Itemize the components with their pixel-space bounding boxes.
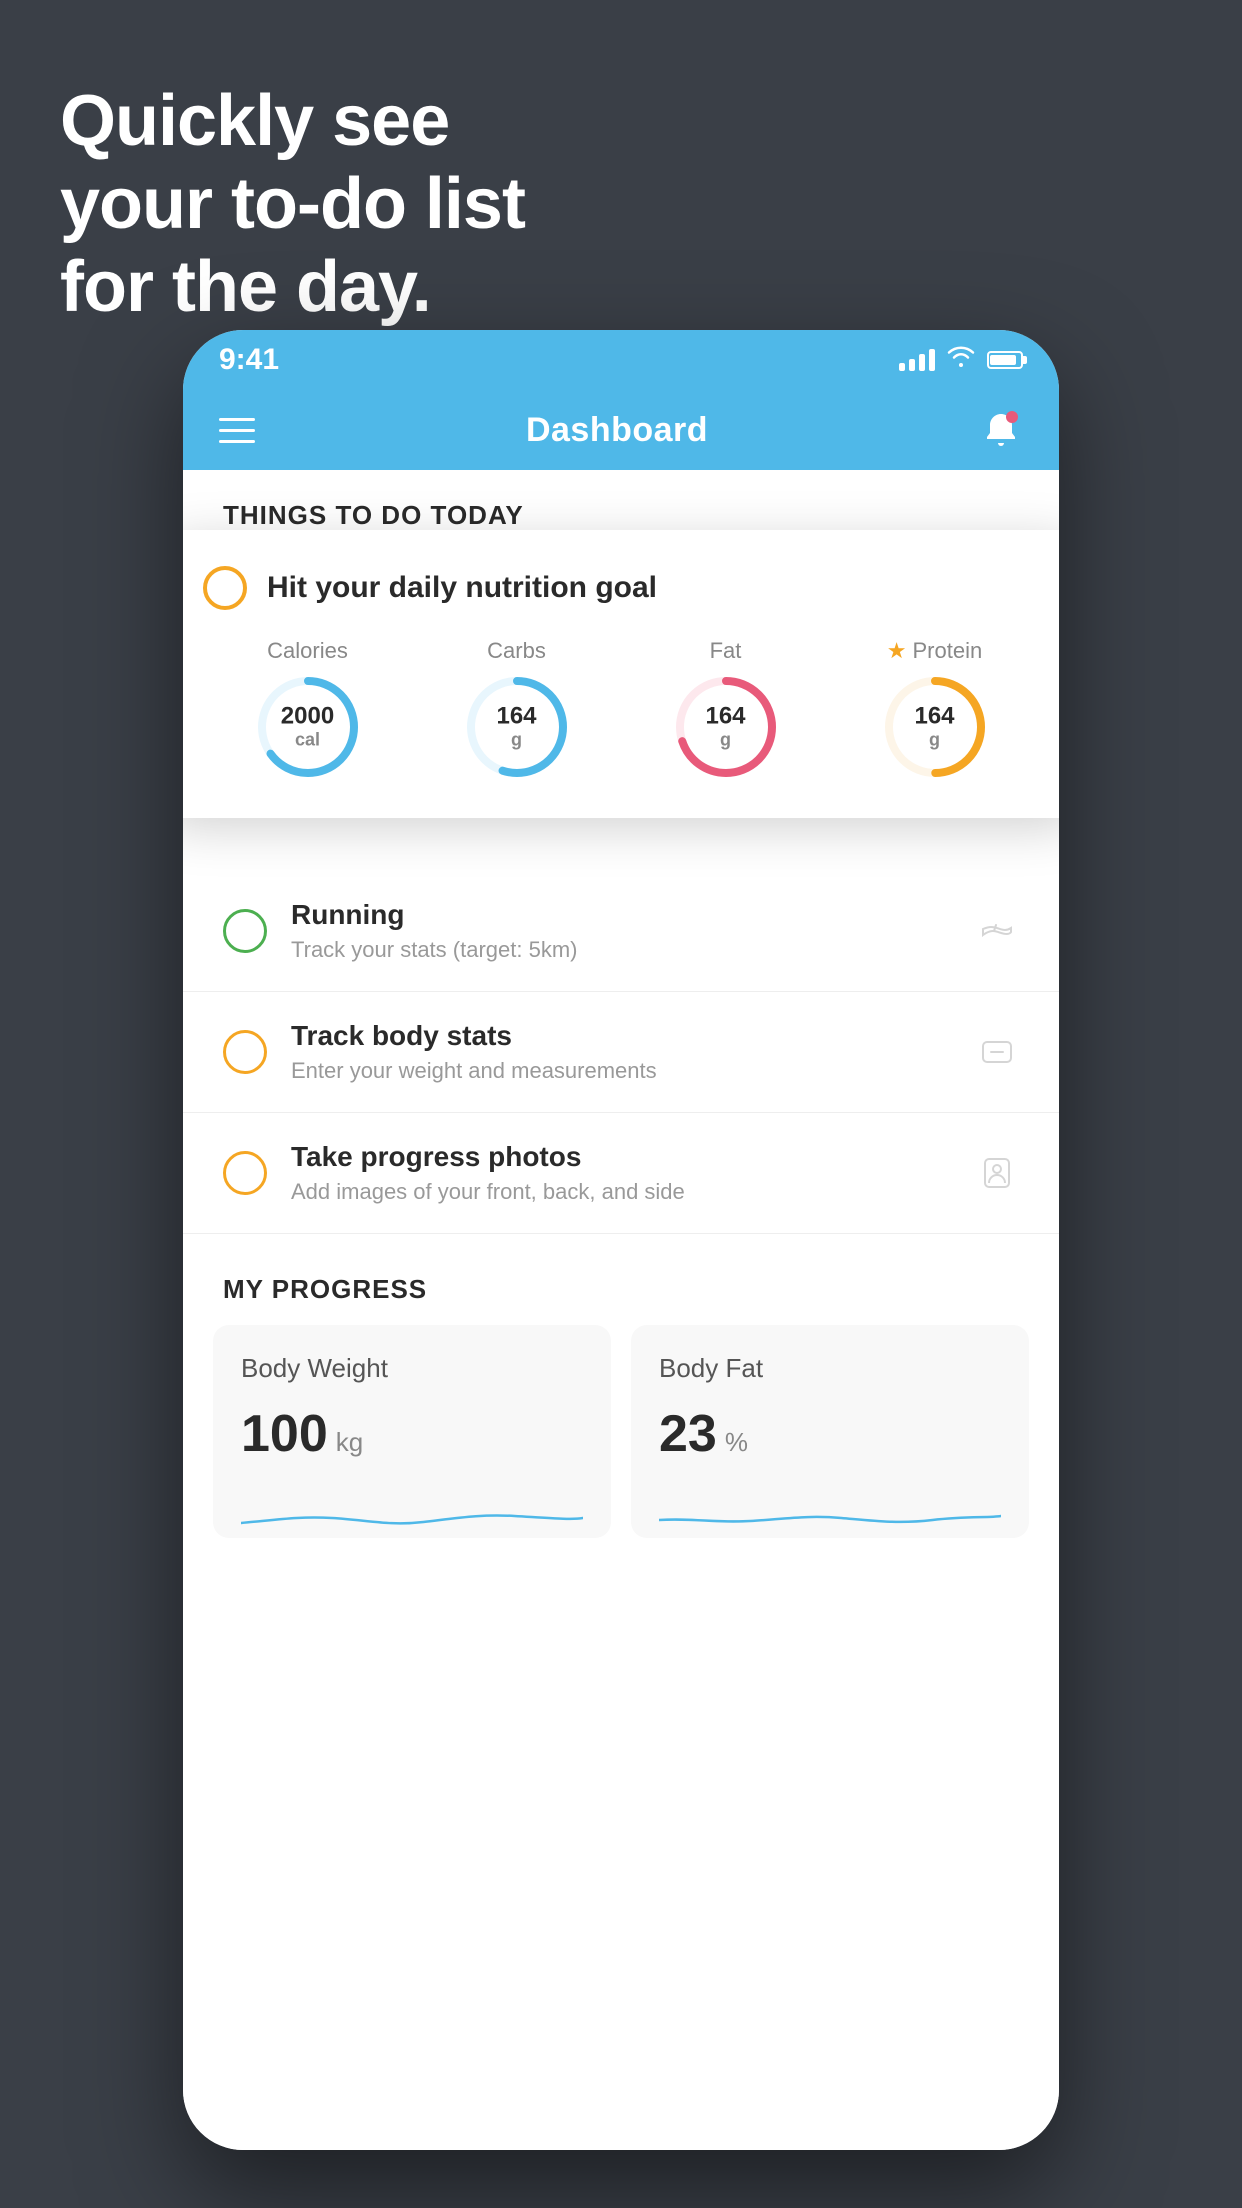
nutrition-card: Hit your daily nutrition goal Calories 2… — [183, 530, 1059, 818]
todo-body-stats[interactable]: Track body stats Enter your weight and m… — [183, 992, 1059, 1113]
body-fat-value-row: 23 % — [659, 1404, 1001, 1464]
protein-label-row: ★ Protein — [887, 638, 982, 664]
photos-subtitle: Add images of your front, back, and side — [291, 1179, 975, 1205]
protein-label: Protein — [913, 638, 983, 664]
wifi-icon — [947, 346, 975, 374]
fat-value: 164 — [705, 703, 745, 729]
photos-title: Take progress photos — [291, 1141, 975, 1173]
headline-line1: Quickly see — [60, 80, 525, 163]
bodystats-checkbox[interactable] — [223, 1030, 267, 1074]
nutrition-fat: Fat 164 g — [671, 638, 781, 782]
status-bar: 9:41 — [183, 330, 1059, 390]
content-area: THINGS TO DO TODAY Hit your daily nutrit… — [183, 470, 1059, 2150]
body-fat-card[interactable]: Body Fat 23 % — [631, 1325, 1029, 1538]
card-title-row: Hit your daily nutrition goal — [203, 566, 1039, 610]
headline-line2: your to-do list — [60, 163, 525, 246]
progress-cards: Body Weight 100 kg Body Fat 23 — [183, 1325, 1059, 1538]
bell-icon[interactable] — [979, 408, 1023, 452]
nav-title: Dashboard — [526, 411, 708, 450]
running-title: Running — [291, 899, 975, 931]
calories-unit: cal — [281, 730, 334, 751]
protein-value: 164 — [914, 703, 954, 729]
running-subtitle: Track your stats (target: 5km) — [291, 937, 975, 963]
carbs-value: 164 — [496, 703, 536, 729]
running-info: Running Track your stats (target: 5km) — [291, 899, 975, 963]
todo-progress-photos[interactable]: Take progress photos Add images of your … — [183, 1113, 1059, 1234]
task-checkbox[interactable] — [203, 566, 247, 610]
progress-section: MY PROGRESS Body Weight 100 kg Body — [183, 1234, 1059, 1538]
bodystats-subtitle: Enter your weight and measurements — [291, 1058, 975, 1084]
bodystats-info: Track body stats Enter your weight and m… — [291, 1020, 975, 1084]
headline-line3: for the day. — [60, 246, 525, 329]
phone-mockup: 9:41 Dashboard — [183, 330, 1059, 2150]
calories-label: Calories — [267, 638, 348, 664]
status-icons — [899, 346, 1023, 374]
nav-bar: Dashboard — [183, 390, 1059, 470]
fat-unit: g — [705, 730, 745, 751]
body-weight-chart — [241, 1488, 583, 1538]
body-fat-number: 23 — [659, 1404, 717, 1464]
carbs-unit: g — [496, 730, 536, 751]
carbs-ring: 164 g — [462, 672, 572, 782]
calories-value: 2000 — [281, 703, 334, 729]
card-title: Hit your daily nutrition goal — [267, 571, 657, 605]
body-weight-unit: kg — [336, 1427, 363, 1458]
photos-info: Take progress photos Add images of your … — [291, 1141, 975, 1205]
scale-icon — [975, 1030, 1019, 1074]
protein-unit: g — [914, 730, 954, 751]
nutrition-protein: ★ Protein 164 g — [880, 638, 990, 782]
carbs-label: Carbs — [487, 638, 546, 664]
battery-icon — [987, 351, 1023, 369]
photos-checkbox[interactable] — [223, 1151, 267, 1195]
running-checkbox[interactable] — [223, 909, 267, 953]
body-fat-chart — [659, 1488, 1001, 1538]
body-fat-unit: % — [725, 1427, 748, 1458]
headline: Quickly see your to-do list for the day. — [60, 80, 525, 328]
hamburger-menu[interactable] — [219, 418, 255, 443]
shoe-icon — [975, 909, 1019, 953]
status-time: 9:41 — [219, 343, 279, 377]
todo-running[interactable]: Running Track your stats (target: 5km) — [183, 871, 1059, 992]
body-weight-card[interactable]: Body Weight 100 kg — [213, 1325, 611, 1538]
fat-ring: 164 g — [671, 672, 781, 782]
star-icon: ★ — [887, 638, 907, 664]
calories-ring: 2000 cal — [253, 672, 363, 782]
nutrition-calories: Calories 2000 cal — [253, 638, 363, 782]
todo-list: Running Track your stats (target: 5km) T… — [183, 871, 1059, 1234]
person-icon — [975, 1151, 1019, 1195]
nutrition-carbs: Carbs 164 g — [462, 638, 572, 782]
body-fat-title: Body Fat — [659, 1353, 1001, 1384]
signal-icon — [899, 349, 935, 371]
body-weight-title: Body Weight — [241, 1353, 583, 1384]
bodystats-title: Track body stats — [291, 1020, 975, 1052]
nutrition-row: Calories 2000 cal Carbs — [203, 638, 1039, 782]
body-weight-value-row: 100 kg — [241, 1404, 583, 1464]
body-weight-number: 100 — [241, 1404, 328, 1464]
protein-ring: 164 g — [880, 672, 990, 782]
fat-label: Fat — [710, 638, 742, 664]
progress-header: MY PROGRESS — [183, 1274, 1059, 1325]
